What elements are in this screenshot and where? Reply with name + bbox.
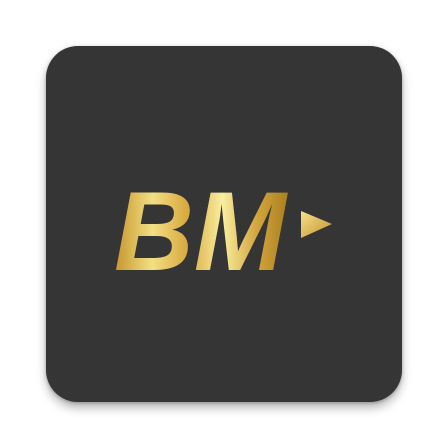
app-icon[interactable]: BM [46,46,402,402]
bm-logo: BM [97,138,353,310]
logo-text: BM [114,169,289,294]
play-icon [301,211,332,238]
